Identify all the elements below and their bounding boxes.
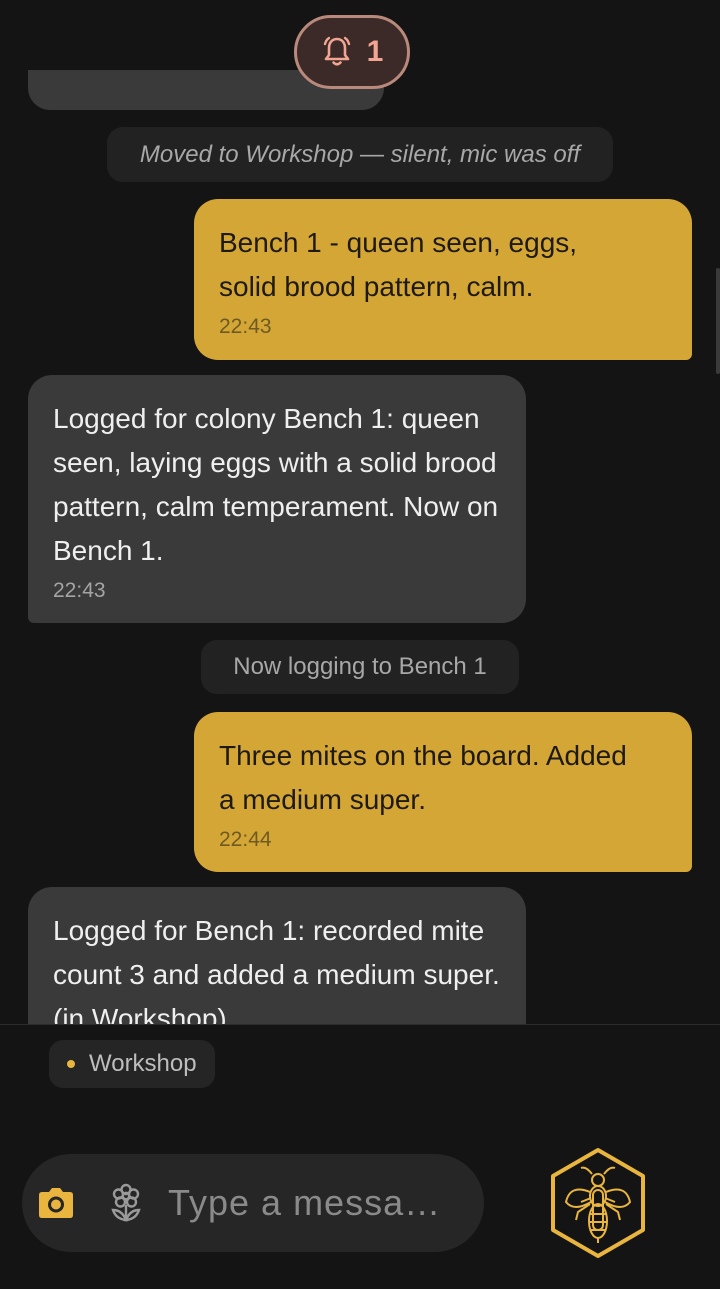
- message-time: 22:43: [219, 315, 272, 338]
- location-label: Workshop: [89, 1050, 197, 1077]
- chat-screen: Moved to Workshop — silent, mic was off …: [0, 0, 720, 1289]
- assistant-message: Logged for colony Bench 1: queen seen, l…: [28, 375, 526, 623]
- message-text: Logged for Bench 1: recorded mite count …: [53, 915, 500, 1024]
- message-input[interactable]: [168, 1178, 468, 1228]
- message-text: Logged for colony Bench 1: queen seen, l…: [53, 403, 499, 566]
- user-message: Three mites on the board. Added a medium…: [194, 712, 692, 872]
- message-time: 22:44: [219, 828, 272, 851]
- system-note-moved: Moved to Workshop — silent, mic was off: [107, 127, 613, 182]
- location-dot-icon: [67, 1060, 75, 1068]
- system-note-logging: Now logging to Bench 1: [201, 640, 519, 694]
- scrollbar[interactable]: [716, 268, 720, 374]
- message-list[interactable]: Moved to Workshop — silent, mic was off …: [0, 0, 720, 1024]
- notification-button[interactable]: 1: [294, 15, 410, 89]
- notification-count: 1: [366, 35, 384, 68]
- assistant-message: Logged for Bench 1: recorded mite count …: [28, 887, 526, 1024]
- message-time: 22:43: [53, 579, 106, 602]
- composer-divider: [0, 1024, 720, 1025]
- flower-icon[interactable]: [108, 1183, 144, 1223]
- user-message: Bench 1 - queen seen, eggs, solid brood …: [194, 199, 692, 360]
- bell-alert-icon: [321, 35, 353, 69]
- message-text: Bench 1 - queen seen, eggs, solid brood …: [219, 227, 578, 302]
- bee-hexagon-button[interactable]: [548, 1146, 648, 1260]
- message-text: Three mites on the board. Added a medium…: [219, 740, 627, 815]
- bee-hexagon-icon: [551, 1148, 645, 1258]
- camera-icon[interactable]: [37, 1185, 75, 1221]
- location-chip[interactable]: Workshop: [49, 1040, 215, 1088]
- message-composer: [22, 1154, 484, 1252]
